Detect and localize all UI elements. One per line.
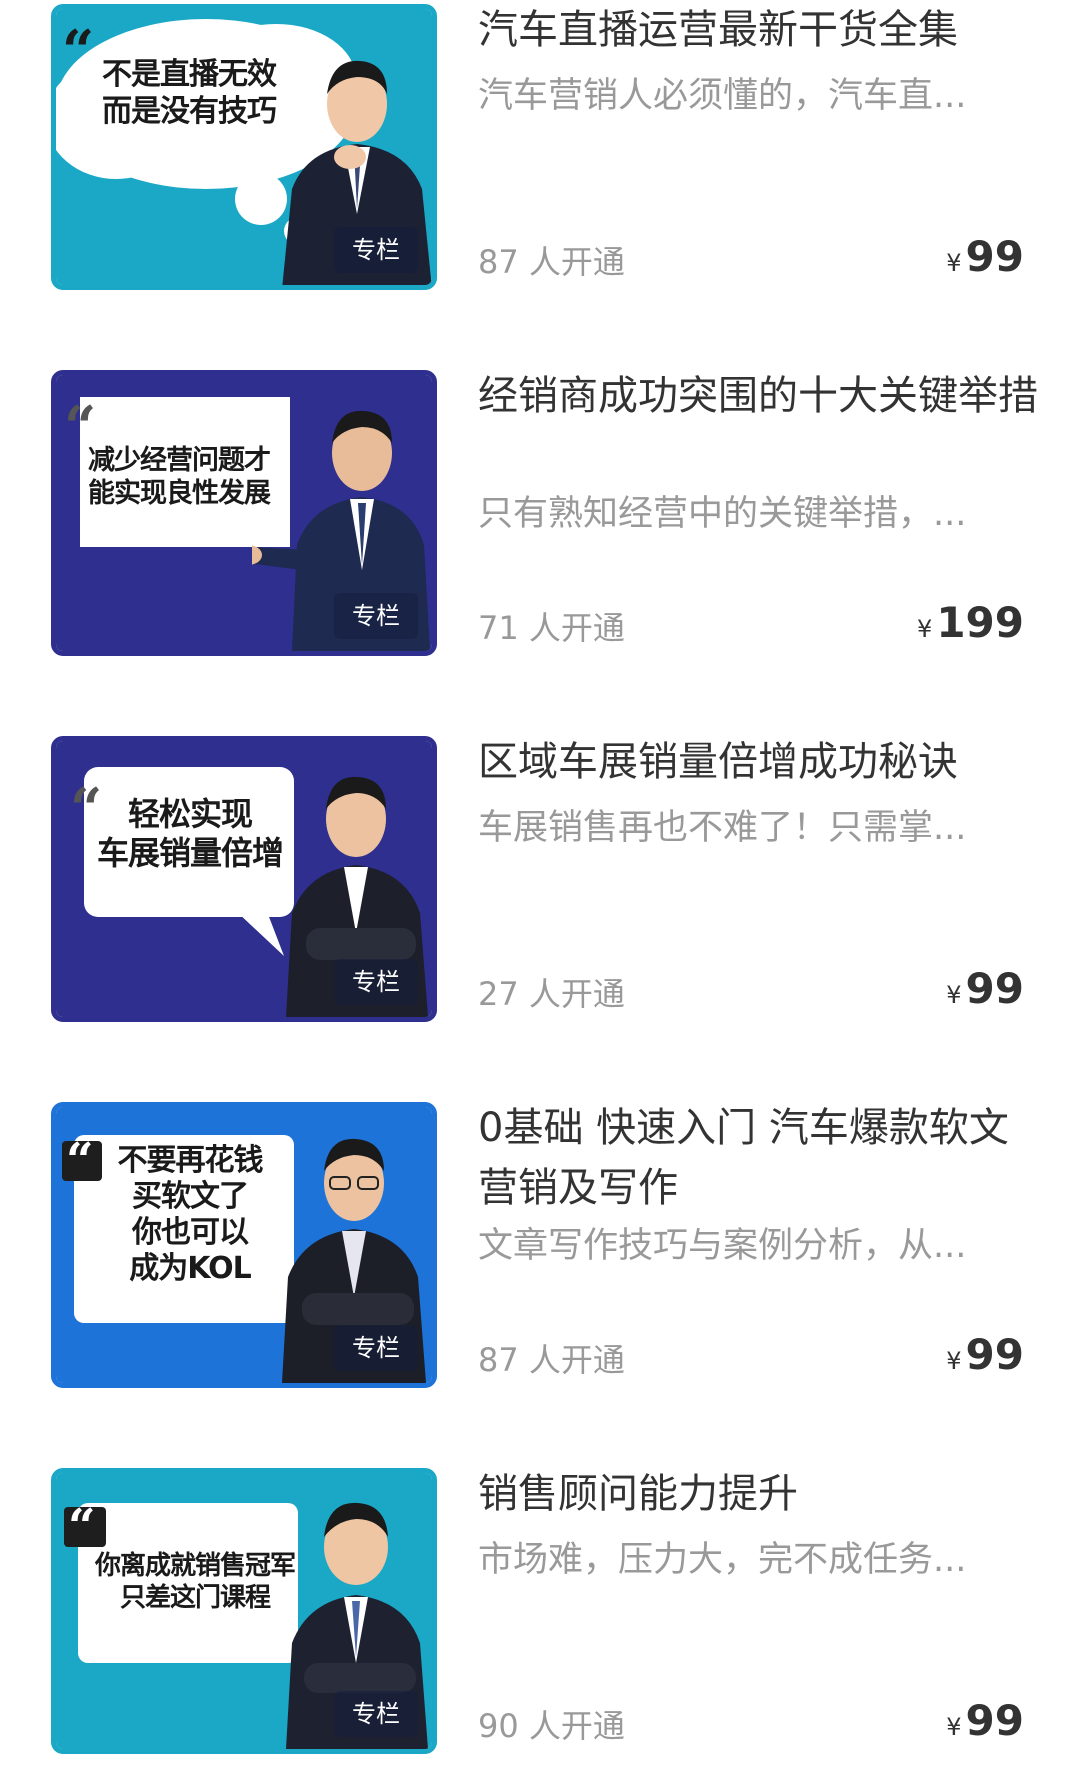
course-price: ¥99: [946, 1330, 1024, 1379]
column-tag: 专栏: [334, 227, 418, 273]
course-info: 汽车直播运营最新干货全集 汽车营销人必须懂的，汽车直... 87 人开通 ¥99: [478, 0, 1038, 290]
column-tag: 专栏: [334, 1325, 418, 1371]
currency-symbol: ¥: [946, 981, 962, 1009]
subscriber-count: 27 人开通: [478, 975, 625, 1013]
course-thumbnail[interactable]: “ 减少经营问题才 能实现良性发展 专栏: [51, 370, 437, 656]
subscriber-count: 90 人开通: [478, 1707, 625, 1745]
course-title[interactable]: 汽车直播运营最新干货全集: [478, 0, 1038, 60]
course-info: 销售顾问能力提升 市场难，压力大，完不成任务... 90 人开通 ¥99: [478, 1464, 1038, 1754]
quote-mark-icon: “: [68, 1499, 96, 1555]
currency-symbol: ¥: [946, 1347, 962, 1375]
course-info: 区域车展销量倍增成功秘诀 车展销售再也不难了！只需掌... 27 人开通 ¥99: [478, 732, 1038, 1022]
course-thumbnail[interactable]: “ 不是直播无效 而是没有技巧 专栏: [51, 4, 437, 290]
course-title[interactable]: 经销商成功突围的十大关键举措: [478, 366, 1038, 426]
course-item[interactable]: “ 你离成就销售冠军 只差这门课程 专栏 销售顾问能力提升 市场难，压力大，完不…: [0, 1464, 1080, 1764]
course-thumbnail[interactable]: “ 轻松实现 车展销量倍增 专栏: [51, 736, 437, 1022]
subscriber-count: 71 人开通: [478, 609, 625, 647]
course-price: ¥99: [946, 232, 1024, 281]
course-thumbnail[interactable]: “ 你离成就销售冠军 只差这门课程 专栏: [51, 1468, 437, 1754]
course-info: 经销商成功突围的十大关键举措 只有熟知经营中的关键举措，... 71 人开通 ¥…: [478, 366, 1038, 656]
course-description: 汽车营销人必须懂的，汽车直...: [478, 76, 967, 116]
currency-symbol: ¥: [917, 615, 933, 643]
course-list: “ 不是直播无效 而是没有技巧 专栏 汽车直播运营最新干货全集 汽车营销人必须懂…: [0, 0, 1080, 1770]
course-title[interactable]: 销售顾问能力提升: [478, 1464, 1038, 1524]
subscriber-count: 87 人开通: [478, 1341, 625, 1379]
course-thumbnail[interactable]: “ 不要再花钱 买软文了 你也可以 成为KOL 专栏: [51, 1102, 437, 1388]
quote-mark-icon: “: [62, 18, 95, 84]
course-description: 文章写作技巧与案例分析，从...: [478, 1226, 967, 1266]
thumbnail-slogan: 减少经营问题才 能实现良性发展: [88, 445, 271, 509]
course-title[interactable]: 区域车展销量倍增成功秘诀: [478, 732, 1038, 792]
course-info: 0基础 快速入门 汽车爆款软文营销及写作 文章写作技巧与案例分析，从... 87…: [478, 1098, 1038, 1388]
column-tag: 专栏: [334, 593, 418, 639]
price-value: 99: [965, 232, 1024, 281]
quote-mark-icon: “: [66, 1133, 94, 1189]
course-title[interactable]: 0基础 快速入门 汽车爆款软文营销及写作: [478, 1098, 1038, 1218]
course-description: 车展销售再也不难了！只需掌...: [478, 808, 967, 848]
course-item[interactable]: “ 不要再花钱 买软文了 你也可以 成为KOL 专栏 0基础 快速入门 汽车爆款…: [0, 1098, 1080, 1398]
course-price: ¥199: [917, 598, 1024, 647]
course-item[interactable]: “ 减少经营问题才 能实现良性发展 专栏 经销商成功突围的十大关键举措 只有熟知…: [0, 366, 1080, 666]
course-item[interactable]: “ 不是直播无效 而是没有技巧 专栏 汽车直播运营最新干货全集 汽车营销人必须懂…: [0, 0, 1080, 300]
course-item[interactable]: “ 轻松实现 车展销量倍增 专栏 区域车展销量倍增成功秘诀 车展销售再也不难了！…: [0, 732, 1080, 1032]
currency-symbol: ¥: [946, 249, 962, 277]
price-value: 199: [936, 598, 1024, 647]
course-description: 只有熟知经营中的关键举措，...: [478, 494, 967, 534]
price-value: 99: [965, 1696, 1024, 1745]
course-price: ¥99: [946, 1696, 1024, 1745]
column-tag: 专栏: [334, 959, 418, 1005]
thumbnail-slogan: 不是直播无效 而是没有技巧: [102, 57, 277, 129]
price-value: 99: [965, 1330, 1024, 1379]
price-value: 99: [965, 964, 1024, 1013]
course-price: ¥99: [946, 964, 1024, 1013]
column-tag: 专栏: [334, 1691, 418, 1737]
currency-symbol: ¥: [946, 1713, 962, 1741]
course-description: 市场难，压力大，完不成任务...: [478, 1540, 967, 1580]
subscriber-count: 87 人开通: [478, 243, 625, 281]
